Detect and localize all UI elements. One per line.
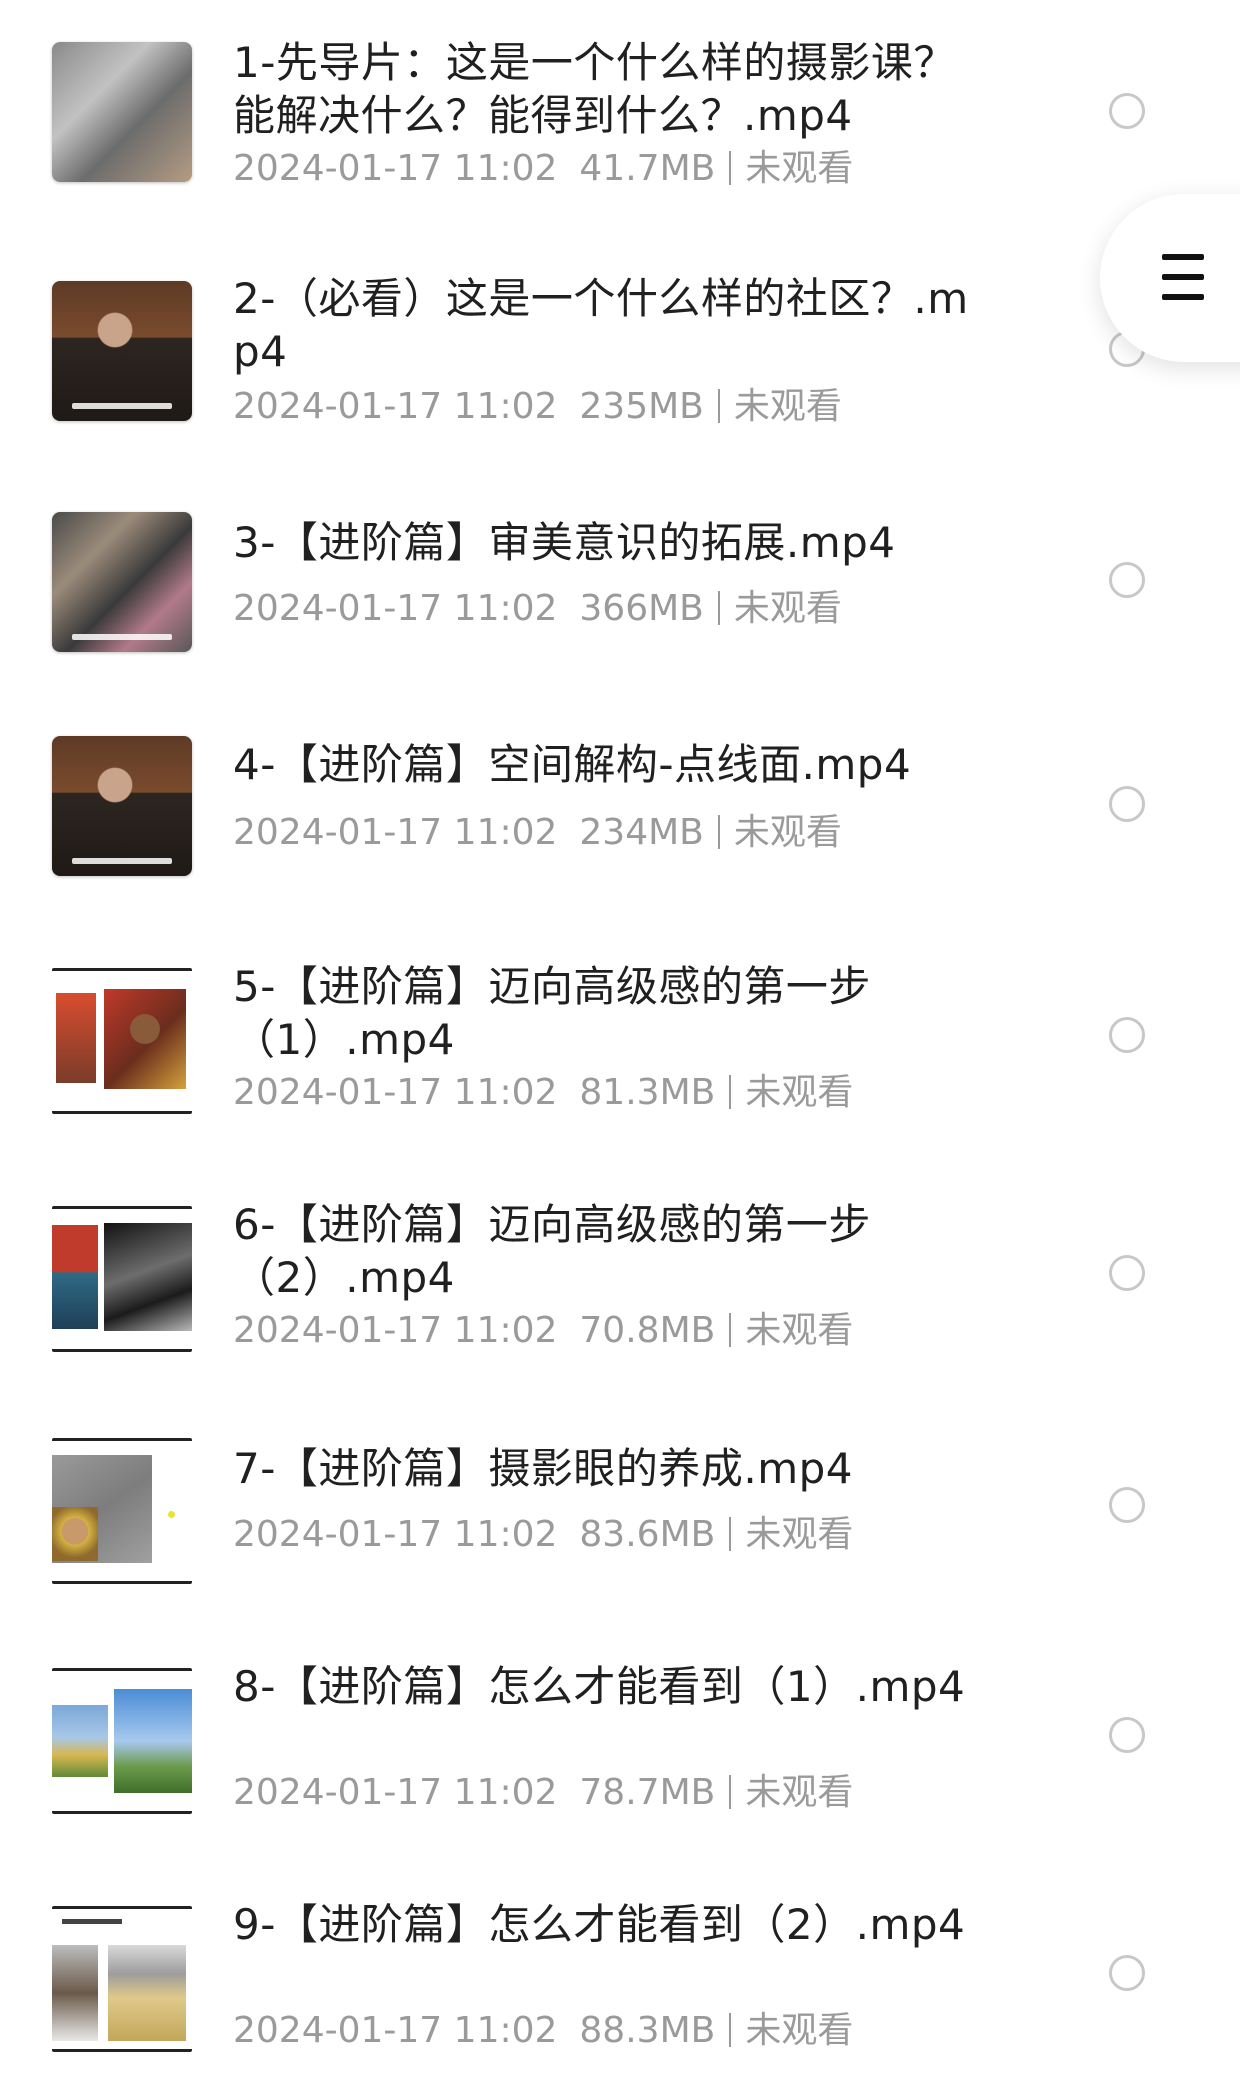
file-title: 9-【进阶篇】怎么才能看到（2）.mp4 — [233, 1900, 966, 1949]
list-item[interactable]: 2-（必看）这是一个什么样的社区？.mp4 2024-01-17 11:02 23… — [0, 238, 1240, 427]
meta-divider — [729, 1075, 732, 1109]
file-date: 2024-01-17 11:02 — [233, 2010, 558, 2051]
file-title: 2-（必看）这是一个什么样的社区？.mp4 — [233, 274, 969, 376]
select-radio[interactable] — [1109, 1255, 1145, 1291]
watch-status: 未观看 — [733, 386, 842, 427]
file-title: 6-【进阶篇】迈向高级感的第一步（2）.mp4 — [233, 1200, 871, 1302]
list-item[interactable]: 5-【进阶篇】迈向高级感的第一步（1）.mp4 2024-01-17 11:02… — [0, 936, 1240, 1116]
video-thumbnail — [52, 1438, 192, 1584]
file-date: 2024-01-17 11:02 — [233, 588, 558, 629]
video-thumbnail — [52, 736, 192, 876]
meta-divider — [729, 2013, 732, 2047]
file-size: 366MB — [579, 588, 704, 629]
file-date: 2024-01-17 11:02 — [233, 386, 558, 427]
watch-status: 未观看 — [745, 1514, 854, 1555]
file-title: 1-先导片：这是一个什么样的摄影课？能解决什么？能得到什么？.mp4 — [233, 38, 956, 140]
watch-status: 未观看 — [745, 1772, 854, 1813]
file-meta: 2024-01-17 11:02 41.7MB 未观看 — [233, 146, 853, 192]
video-thumbnail — [52, 1668, 192, 1814]
video-thumbnail — [52, 42, 192, 182]
meta-divider — [729, 151, 732, 185]
select-radio[interactable] — [1109, 1487, 1145, 1523]
file-meta: 2024-01-17 11:02 88.3MB 未观看 — [233, 2008, 853, 2054]
select-radio[interactable] — [1109, 93, 1145, 129]
file-size: 78.7MB — [579, 1772, 716, 1813]
file-date: 2024-01-17 11:02 — [233, 148, 558, 189]
file-meta: 2024-01-17 11:02 83.6MB 未观看 — [233, 1512, 853, 1558]
file-size: 81.3MB — [579, 1072, 716, 1113]
meta-divider — [717, 389, 720, 423]
video-thumbnail — [52, 968, 192, 1114]
watch-status: 未观看 — [745, 1310, 854, 1351]
file-size: 234MB — [579, 812, 704, 853]
select-radio[interactable] — [1109, 1955, 1145, 1991]
list-item[interactable]: 8-【进阶篇】怎么才能看到（1）.mp4 2024-01-17 11:02 78.… — [0, 1636, 1240, 1816]
video-thumbnail — [52, 1206, 192, 1352]
list-item[interactable]: 7-【进阶篇】摄影眼的养成.mp4 2024-01-17 11:02 83.6MB… — [0, 1406, 1240, 1586]
select-radio[interactable] — [1109, 1717, 1145, 1753]
file-date: 2024-01-17 11:02 — [233, 1772, 558, 1813]
file-meta: 2024-01-17 11:02 70.8MB 未观看 — [233, 1308, 853, 1354]
menu-icon — [1162, 254, 1204, 300]
video-thumbnail — [52, 281, 192, 421]
select-radio[interactable] — [1109, 562, 1145, 598]
file-meta: 2024-01-17 11:02 235MB 未观看 — [233, 384, 842, 430]
file-meta: 2024-01-17 11:02 81.3MB 未观看 — [233, 1070, 853, 1116]
video-thumbnail — [52, 512, 192, 652]
file-title: 7-【进阶篇】摄影眼的养成.mp4 — [233, 1444, 854, 1493]
select-radio[interactable] — [1109, 786, 1145, 822]
list-item[interactable]: 9-【进阶篇】怎么才能看到（2）.mp4 2024-01-17 11:02 88.… — [0, 1874, 1240, 2054]
file-meta: 2024-01-17 11:02 234MB 未观看 — [233, 810, 842, 856]
watch-status: 未观看 — [733, 812, 842, 853]
meta-divider — [717, 815, 720, 849]
list-item[interactable]: 4-【进阶篇】空间解构-点线面.mp4 2024-01-17 11:02 234M… — [0, 696, 1240, 876]
meta-divider — [717, 591, 720, 625]
list-item[interactable]: 6-【进阶篇】迈向高级感的第一步（2）.mp4 2024-01-17 11:02… — [0, 1174, 1240, 1354]
meta-divider — [729, 1775, 732, 1809]
file-title: 3-【进阶篇】审美意识的拓展.mp4 — [233, 518, 896, 567]
list-item[interactable]: 1-先导片：这是一个什么样的摄影课？能解决什么？能得到什么？.mp4 2024-… — [0, 0, 1240, 189]
watch-status: 未观看 — [733, 588, 842, 629]
file-title: 4-【进阶篇】空间解构-点线面.mp4 — [233, 740, 912, 789]
watch-status: 未观看 — [745, 1072, 854, 1113]
meta-divider — [729, 1313, 732, 1347]
watch-status: 未观看 — [745, 148, 854, 189]
file-size: 235MB — [579, 386, 704, 427]
file-title: 5-【进阶篇】迈向高级感的第一步（1）.mp4 — [233, 962, 871, 1064]
file-size: 88.3MB — [579, 2010, 716, 2051]
list-item[interactable]: 3-【进阶篇】审美意识的拓展.mp4 2024-01-17 11:02 366MB… — [0, 472, 1240, 652]
meta-divider — [729, 1517, 732, 1551]
file-size: 70.8MB — [579, 1310, 716, 1351]
file-date: 2024-01-17 11:02 — [233, 1310, 558, 1351]
file-date: 2024-01-17 11:02 — [233, 1514, 558, 1555]
file-size: 83.6MB — [579, 1514, 716, 1555]
file-size: 41.7MB — [579, 148, 716, 189]
file-title: 8-【进阶篇】怎么才能看到（1）.mp4 — [233, 1662, 966, 1711]
file-meta: 2024-01-17 11:02 366MB 未观看 — [233, 586, 842, 632]
file-date: 2024-01-17 11:02 — [233, 812, 558, 853]
file-meta: 2024-01-17 11:02 78.7MB 未观看 — [233, 1770, 853, 1816]
watch-status: 未观看 — [745, 2010, 854, 2051]
video-thumbnail — [52, 1906, 192, 2052]
select-radio[interactable] — [1109, 1017, 1145, 1053]
file-date: 2024-01-17 11:02 — [233, 1072, 558, 1113]
